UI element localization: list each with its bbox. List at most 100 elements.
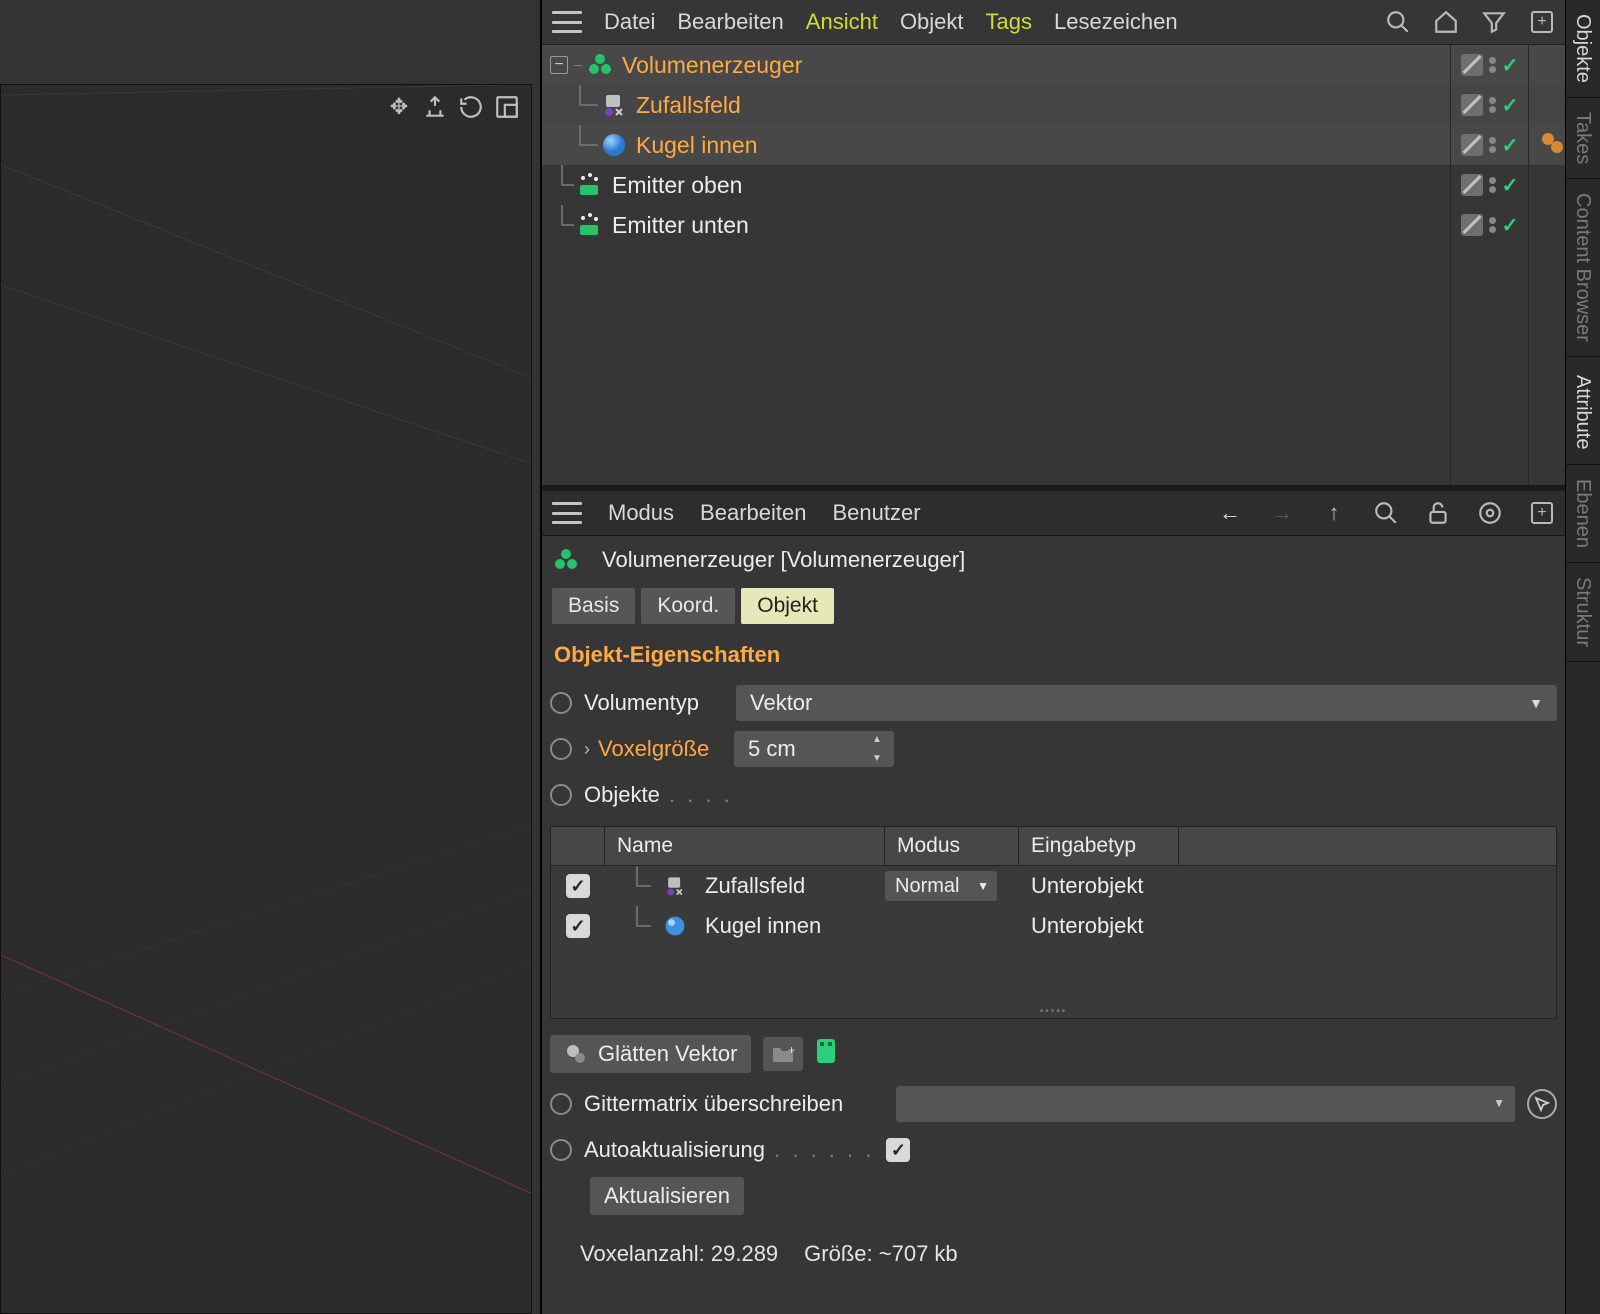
forward-arrow-icon: → — [1269, 500, 1295, 526]
chevron-down-icon: ▼ — [1529, 695, 1543, 711]
layer-toggle[interactable] — [1461, 134, 1483, 156]
enable-checkbox[interactable]: ✓ — [566, 874, 590, 898]
prop-label: Voxelgröße — [598, 736, 722, 762]
layer-toggle[interactable] — [1461, 94, 1483, 116]
sidetab-objekte[interactable]: Objekte — [1566, 0, 1600, 98]
visibility-check-icon[interactable]: ✓ — [1502, 93, 1519, 118]
dropdown-value: Normal — [895, 875, 959, 898]
prop-label: Objekte — [584, 782, 733, 808]
resize-handle-icon[interactable]: ••••• — [551, 1006, 1556, 1018]
sidetab-content-browser[interactable]: Content Browser — [1566, 179, 1600, 357]
list-row-zufallsfeld[interactable]: ✓ Zufallsfeld Normal — [551, 866, 1556, 906]
sphere-icon — [600, 131, 628, 159]
prop-objekte: Objekte — [550, 776, 1557, 814]
menu-benutzer[interactable]: Benutzer — [832, 500, 920, 526]
spinner-icon[interactable]: ▲▼ — [872, 734, 888, 764]
menu-bearbeiten[interactable]: Bearbeiten — [677, 9, 783, 35]
target-icon[interactable] — [1477, 500, 1503, 526]
menu-ansicht[interactable]: Ansicht — [806, 9, 878, 35]
tab-objekt[interactable]: Objekt — [741, 588, 834, 624]
expand-toggle[interactable]: − — [550, 56, 568, 74]
visibility-check-icon[interactable]: ✓ — [1502, 133, 1519, 158]
prop-autoaktualisierung: Autoaktualisierung ✓ — [550, 1131, 1557, 1169]
mode-dropdown[interactable]: Normal ▼ — [885, 871, 997, 901]
sidetab-attribute[interactable]: Attribute — [1566, 361, 1600, 464]
picker-icon[interactable] — [1527, 1089, 1557, 1119]
autoupdate-checkbox[interactable]: ✓ — [886, 1138, 910, 1162]
prop-voxelgroesse: › Voxelgröße 5 cm ▲▼ — [550, 730, 1557, 768]
layout-icon[interactable] — [492, 92, 522, 122]
attribute-tabs: Basis Koord. Objekt — [542, 588, 1565, 634]
zoom-icon[interactable] — [420, 92, 450, 122]
search-icon[interactable] — [1385, 9, 1411, 35]
list-row-kugel-innen[interactable]: ✓ Kugel innen Unterobjekt — [551, 906, 1556, 946]
visibility-check-icon[interactable]: ✓ — [1502, 173, 1519, 198]
tree-label: Volumenerzeuger — [622, 52, 802, 79]
keyframe-radio[interactable] — [550, 1093, 572, 1115]
size-info: Größe: ~707 kb — [804, 1241, 957, 1267]
layer-toggle[interactable] — [1461, 214, 1483, 236]
layer-toggle[interactable] — [1461, 54, 1483, 76]
tree-row-volumenerzeuger[interactable]: − Volumenerzeuger ✓ — [542, 45, 1565, 85]
rotate-icon[interactable] — [456, 92, 486, 122]
move-icon[interactable]: ✥ — [384, 92, 414, 122]
aktualisieren-button[interactable]: Aktualisieren — [590, 1177, 744, 1215]
filter-icon[interactable] — [1481, 9, 1507, 35]
add-box-icon[interactable]: + — [1529, 9, 1555, 35]
prop-label: Volumentyp — [584, 690, 724, 716]
menu-objekt[interactable]: Objekt — [900, 9, 964, 35]
layer-toggle[interactable] — [1461, 174, 1483, 196]
add-box-icon[interactable]: + — [1529, 500, 1555, 526]
dynamics-tag-icon[interactable] — [1539, 130, 1565, 161]
dropdown-value: Vektor — [750, 690, 812, 716]
svg-text:+: + — [788, 1043, 795, 1057]
random-field-icon — [663, 874, 687, 898]
hamburger-icon[interactable] — [552, 502, 582, 524]
enable-checkbox[interactable]: ✓ — [566, 914, 590, 938]
search-icon[interactable] — [1373, 500, 1399, 526]
sidetab-struktur[interactable]: Struktur — [1566, 563, 1600, 662]
tree-label: Kugel innen — [636, 132, 758, 159]
tree-label: Zufallsfeld — [636, 92, 741, 119]
sidetab-ebenen[interactable]: Ebenen — [1566, 465, 1600, 563]
tree-row-kugel-innen[interactable]: Kugel innen ✓ — [542, 125, 1565, 165]
tree-row-emitter-oben[interactable]: Emitter oben ✓ — [542, 165, 1565, 205]
lock-icon[interactable] — [1425, 500, 1451, 526]
tree-row-zufallsfeld[interactable]: Zufallsfeld ✓ — [542, 85, 1565, 125]
voxelgroesse-input[interactable]: 5 cm ▲▼ — [734, 731, 894, 767]
hamburger-icon[interactable] — [552, 11, 582, 33]
prop-label: Autoaktualisierung — [584, 1137, 874, 1163]
keyframe-radio[interactable] — [550, 1139, 572, 1161]
menu-datei[interactable]: Datei — [604, 9, 655, 35]
viewport-3d[interactable] — [0, 84, 532, 1314]
col-name[interactable]: Name — [605, 827, 885, 865]
add-folder-button[interactable]: + — [763, 1037, 803, 1071]
volumentyp-dropdown[interactable]: Vektor ▼ — [736, 685, 1557, 721]
col-modus[interactable]: Modus — [885, 827, 1019, 865]
menu-lesezeichen[interactable]: Lesezeichen — [1054, 9, 1178, 35]
menu-tags[interactable]: Tags — [986, 9, 1032, 35]
viewport-panel[interactable]: ✥ — [0, 0, 542, 1314]
home-icon[interactable] — [1433, 9, 1459, 35]
visibility-check-icon[interactable]: ✓ — [1502, 213, 1519, 238]
glaetten-vektor-button[interactable]: Glätten Vektor — [550, 1035, 751, 1073]
keyframe-radio[interactable] — [550, 784, 572, 806]
visibility-check-icon[interactable]: ✓ — [1502, 53, 1519, 78]
menu-modus[interactable]: Modus — [608, 500, 674, 526]
cache-icon[interactable] — [815, 1037, 837, 1071]
chevron-right-icon[interactable]: › — [584, 739, 590, 760]
gittermatrix-input[interactable]: ▼ — [896, 1086, 1515, 1122]
menu-bearbeiten[interactable]: Bearbeiten — [700, 500, 806, 526]
sidetab-takes[interactable]: Takes — [1566, 98, 1600, 179]
up-arrow-icon[interactable]: ↑ — [1321, 500, 1347, 526]
back-arrow-icon[interactable]: ← — [1217, 500, 1243, 526]
col-eingabetyp[interactable]: Eingabetyp — [1019, 827, 1179, 865]
keyframe-radio[interactable] — [550, 692, 572, 714]
keyframe-radio[interactable] — [550, 738, 572, 760]
tree-row-emitter-unten[interactable]: Emitter unten ✓ — [542, 205, 1565, 245]
volume-builder-icon — [552, 546, 580, 574]
object-tree[interactable]: − Volumenerzeuger ✓ — [542, 45, 1565, 485]
tab-koord[interactable]: Koord. — [641, 588, 735, 624]
tab-basis[interactable]: Basis — [552, 588, 635, 624]
list-item-name: Kugel innen — [705, 913, 821, 939]
